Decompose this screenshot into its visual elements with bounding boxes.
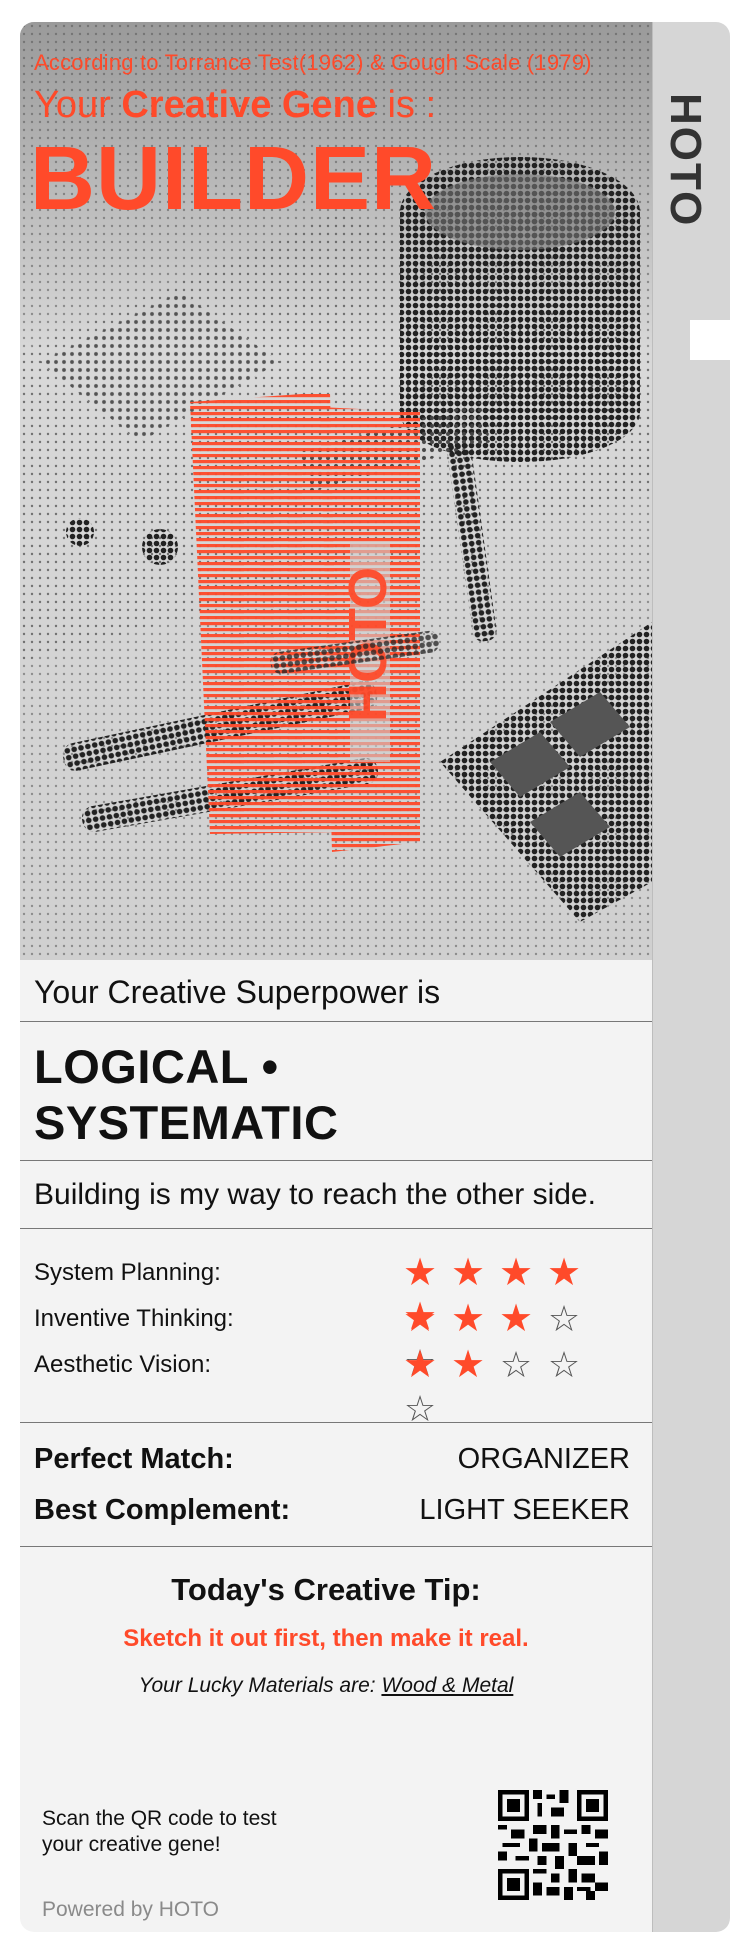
lucky-materials: Your Lucky Materials are: Wood & Metal <box>20 1674 632 1698</box>
motto-text: Building is my way to reach the other si… <box>20 1161 652 1229</box>
star-filled-icon: ★ <box>450 1344 486 1386</box>
star-empty-icon: ☆ <box>547 1298 581 1339</box>
rating-row: System Planning: ★ ★ ★ ★★ <box>34 1251 634 1338</box>
ratings-panel: System Planning: ★ ★ ★ ★★ Inventive Thinkin… <box>20 1231 652 1429</box>
star-filled-icon: ★ <box>450 1252 486 1294</box>
superpower-line-2: SYSTEMATIC <box>34 1096 339 1149</box>
star-filled-icon: ★ <box>450 1298 486 1340</box>
gene-suffix: is : <box>387 84 437 126</box>
gene-label: Creative Gene <box>121 84 377 126</box>
superpower-keywords: LOGICAL • SYSTEMATIC <box>20 1025 652 1161</box>
qr-code[interactable] <box>498 1790 608 1900</box>
star-rating: ★ ★ ☆ ☆☆ <box>396 1343 634 1431</box>
scan-instructions: Scan the QR code to test your creative g… <box>42 1807 277 1856</box>
gene-prefix: Your <box>34 84 111 126</box>
rating-label: System Planning: <box>34 1259 221 1286</box>
rating-row: Aesthetic Vision: ★ ★ ☆ ☆☆ <box>34 1343 634 1429</box>
side-tab-brand: HOTO <box>661 92 710 228</box>
tip-title: Today's Creative Tip: <box>171 1572 481 1607</box>
star-filled-icon: ★ <box>546 1252 582 1294</box>
hero-image: HOTO According to Torrance Test(1962) & … <box>20 22 652 960</box>
perfect-match-label: Perfect Match: <box>34 1443 234 1475</box>
rating-label: Inventive Thinking: <box>34 1305 234 1332</box>
superpower-line-1: LOGICAL • <box>34 1040 279 1093</box>
superpower-label: Your Creative Superpower is <box>20 962 652 1022</box>
tip-text: Sketch it out first, then make it real. <box>123 1625 529 1652</box>
best-complement-value: LIGHT SEEKER <box>419 1494 630 1526</box>
star-filled-icon: ★ <box>402 1298 438 1340</box>
best-complement-label: Best Complement: <box>34 1494 291 1526</box>
powered-by: Powered by HOTO <box>42 1898 220 1921</box>
creative-gene-heading: Your Creative Gene is : <box>34 84 436 127</box>
star-filled-icon: ★ <box>402 1344 438 1386</box>
result-card: HOTO According to Torrance Test(1962) & … <box>20 22 653 1932</box>
reference-text: According to Torrance Test(1962) & Gough… <box>34 50 592 75</box>
best-complement-row: Best Complement: LIGHT SEEKER <box>34 1488 630 1538</box>
star-empty-icon: ☆ <box>547 1344 581 1385</box>
rating-label: Aesthetic Vision: <box>34 1351 211 1378</box>
gene-type-title: BUILDER <box>30 129 437 229</box>
tab-notch <box>690 320 730 360</box>
perfect-match-value: ORGANIZER <box>457 1443 630 1475</box>
matches-panel: Perfect Match: ORGANIZER Best Complement… <box>20 1425 652 1547</box>
rating-row: Inventive Thinking: ★ ★ ★ ☆☆ <box>34 1297 634 1383</box>
star-empty-icon: ☆ <box>499 1344 533 1385</box>
lucky-value: Wood & Metal <box>381 1674 514 1697</box>
lucky-prefix: Your Lucky Materials are: <box>138 1674 376 1697</box>
side-tab <box>640 22 730 1932</box>
star-filled-icon: ★ <box>402 1252 438 1294</box>
perfect-match-row: Perfect Match: ORGANIZER <box>34 1437 630 1487</box>
star-filled-icon: ★ <box>498 1252 534 1294</box>
star-filled-icon: ★ <box>498 1298 534 1340</box>
